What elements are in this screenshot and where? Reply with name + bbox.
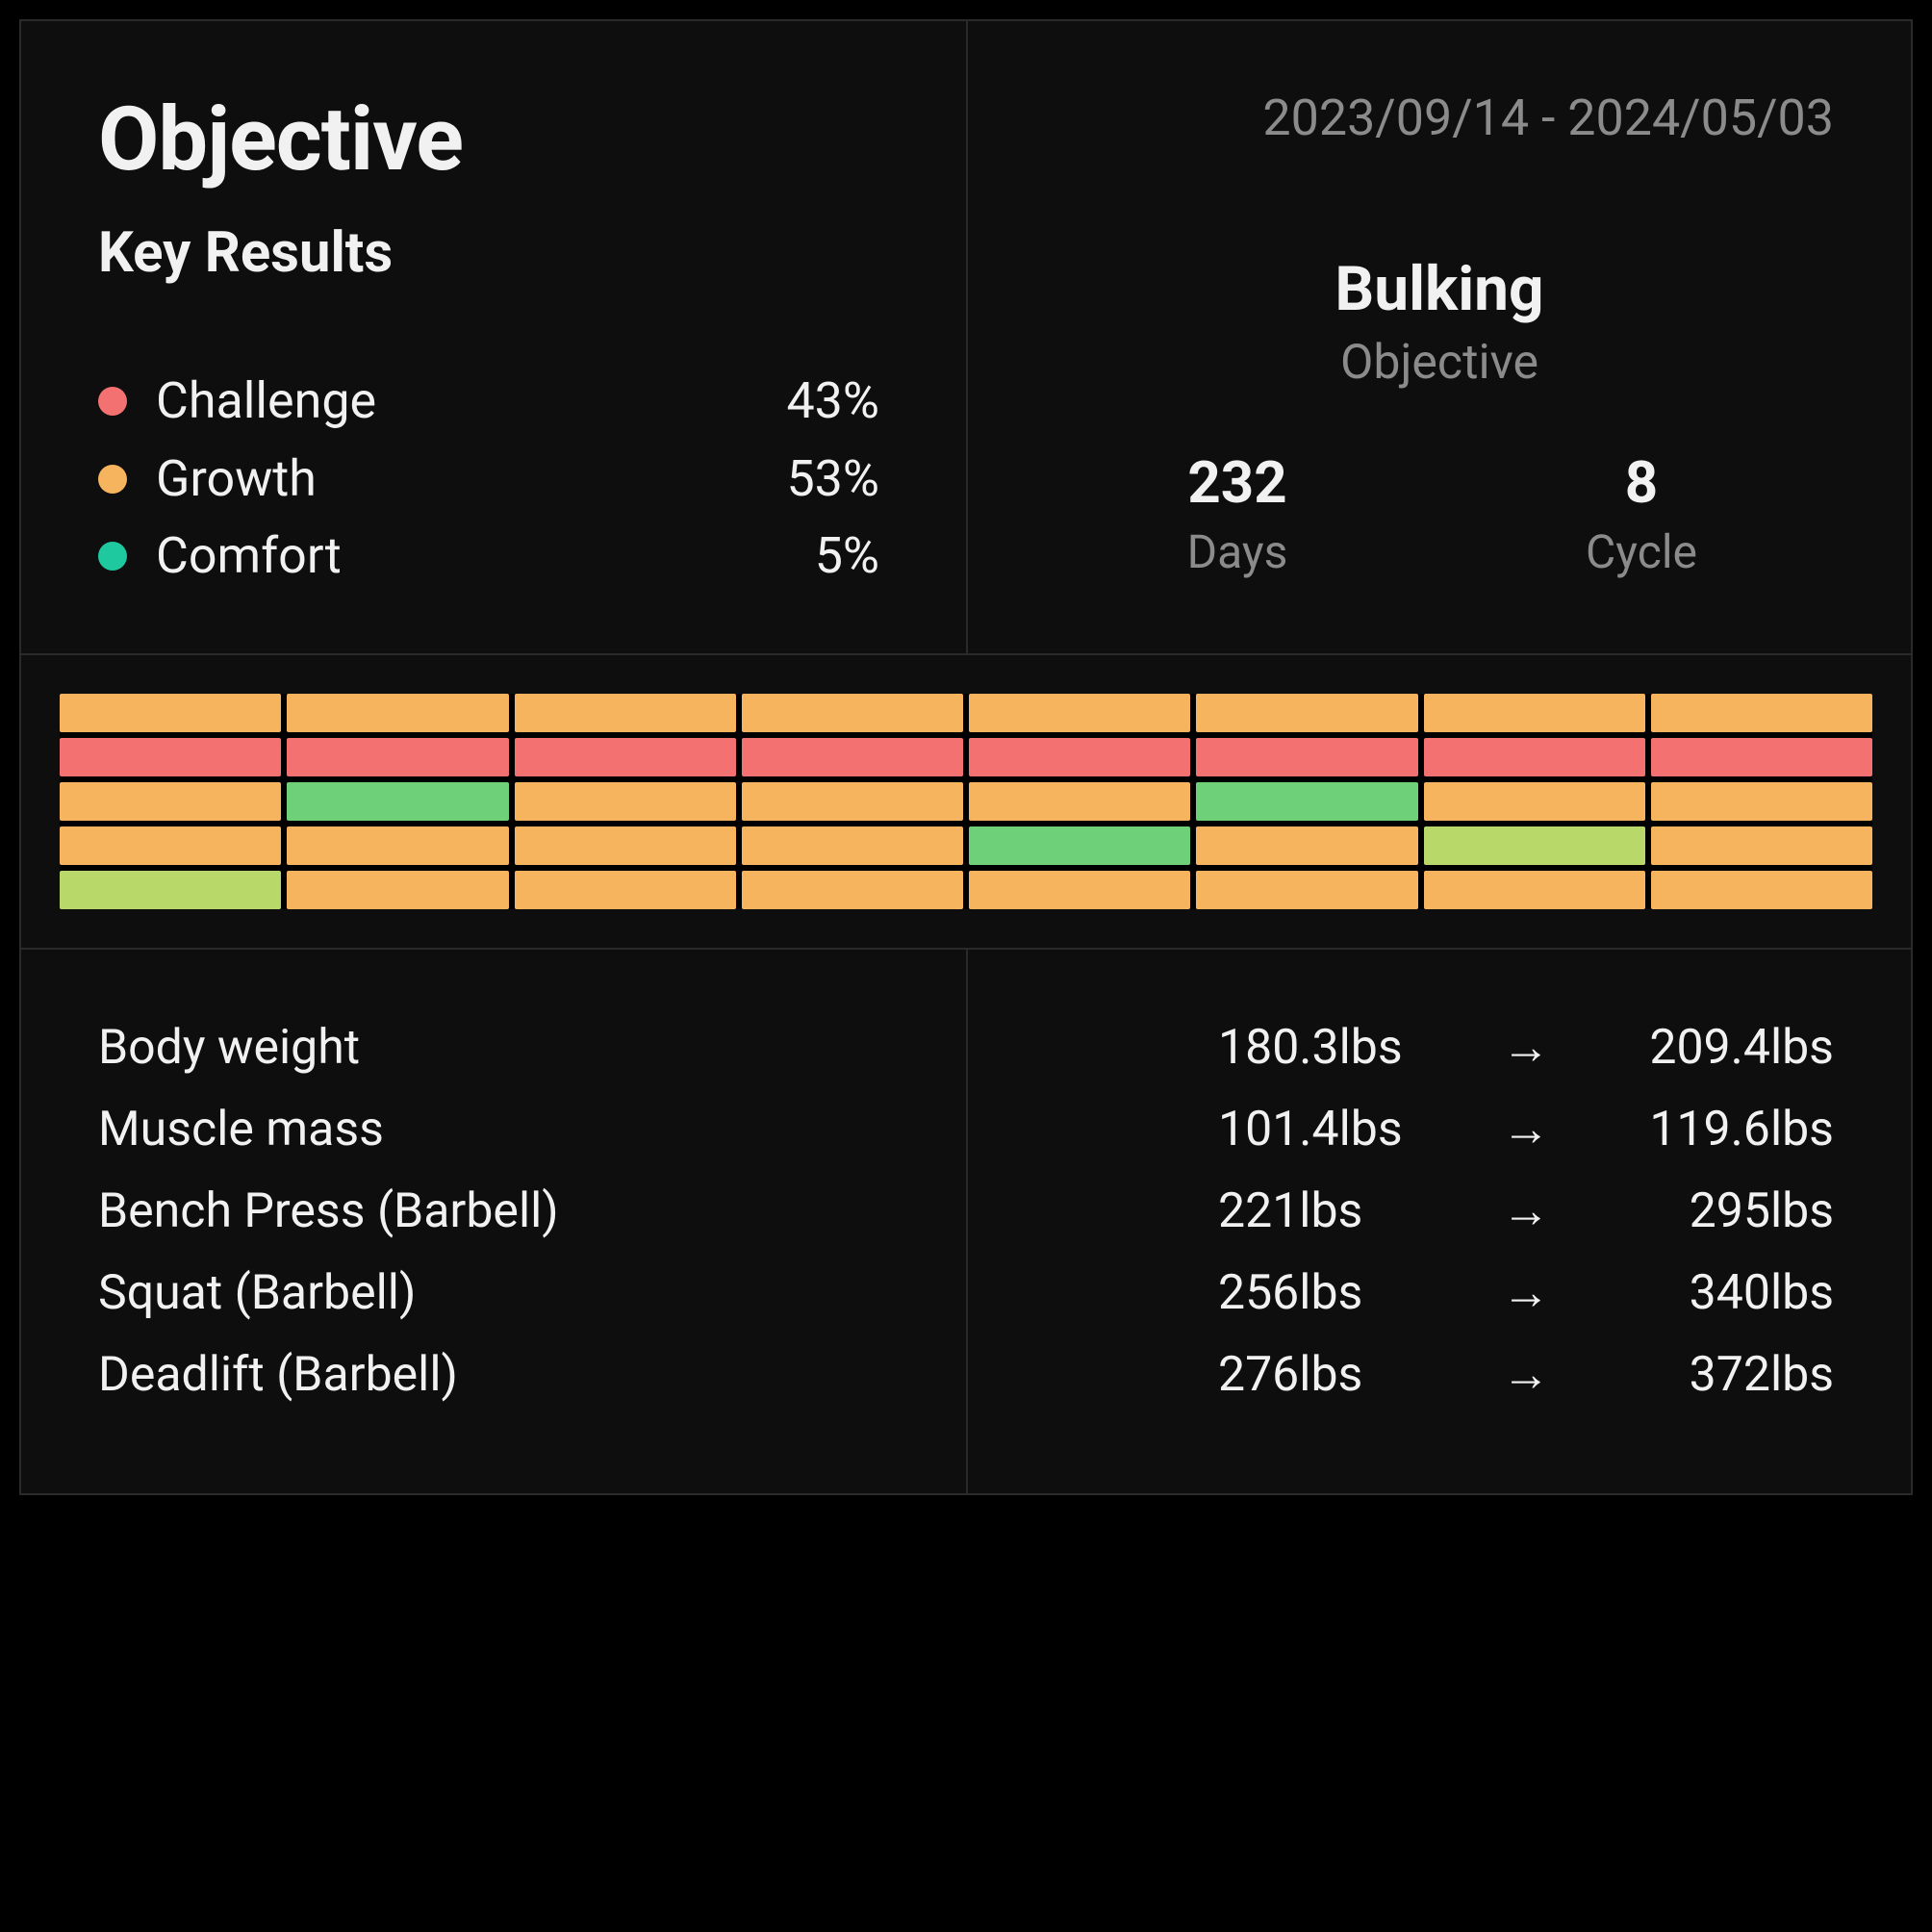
heatmap-cell — [969, 694, 1190, 732]
stat-days-label: Days — [1045, 524, 1430, 579]
heatmap-cell — [1196, 826, 1417, 865]
heatmap-cell — [515, 826, 736, 865]
heatmap-cell — [1424, 871, 1645, 909]
heatmap-cell — [1651, 871, 1872, 909]
key-result-row: Comfort5% — [98, 518, 889, 596]
key-result-label: Comfort — [156, 518, 815, 596]
page-title: Objective — [98, 89, 889, 191]
metric-from-value: 180.3lbs — [1218, 1007, 1449, 1089]
heatmap-cell — [1651, 826, 1872, 865]
arrow-right-icon: → — [1468, 1253, 1584, 1335]
heatmap-cell — [60, 694, 281, 732]
metric-row: Body weight180.3lbs→209.4lbs — [98, 1007, 1834, 1089]
heatmap-cell — [969, 782, 1190, 821]
heatmap-section — [21, 653, 1911, 948]
date-range: 2023/09/14 - 2024/05/03 — [1045, 89, 1834, 147]
metric-from-value: 101.4lbs — [1218, 1089, 1449, 1171]
heatmap-grid — [60, 694, 1872, 909]
heatmap-cell — [1196, 871, 1417, 909]
objective-right-col: 2023/09/14 - 2024/05/03 Bulking Objectiv… — [966, 21, 1911, 653]
heatmap-cell — [969, 738, 1190, 776]
heatmap-cell — [1651, 694, 1872, 732]
metric-row: Muscle mass101.4lbs→119.6lbs — [98, 1089, 1834, 1171]
metric-to-value: 340lbs — [1603, 1253, 1834, 1335]
heatmap-cell — [60, 782, 281, 821]
heatmap-cell — [1424, 738, 1645, 776]
metric-from-value: 256lbs — [1218, 1253, 1449, 1335]
key-result-dot-icon — [98, 465, 127, 494]
metric-label: Bench Press (Barbell) — [98, 1171, 1199, 1253]
heatmap-cell — [287, 738, 508, 776]
objective-stats: 232 Days 8 Cycle — [1045, 448, 1834, 579]
stat-days: 232 Days — [1045, 448, 1430, 579]
key-result-label: Growth — [156, 441, 786, 519]
heatmap-cell — [1196, 694, 1417, 732]
heatmap-cell — [1651, 782, 1872, 821]
heatmap-cell — [515, 782, 736, 821]
metric-to-value: 372lbs — [1603, 1335, 1834, 1416]
metric-row: Deadlift (Barbell)276lbs→372lbs — [98, 1335, 1834, 1416]
arrow-right-icon: → — [1468, 1335, 1584, 1416]
heatmap-cell — [742, 826, 963, 865]
key-result-value: 53% — [786, 441, 889, 519]
heatmap-cell — [287, 871, 508, 909]
key-result-dot-icon — [98, 387, 127, 416]
key-result-value: 43% — [786, 363, 889, 441]
heatmap-cell — [969, 826, 1190, 865]
key-result-value: 5% — [815, 518, 889, 596]
key-result-row: Growth53% — [98, 441, 889, 519]
arrow-right-icon: → — [1468, 1171, 1584, 1253]
metric-row: Bench Press (Barbell)221lbs→295lbs — [98, 1171, 1834, 1253]
stat-cycle-value: 8 — [1449, 448, 1834, 517]
heatmap-cell — [742, 694, 963, 732]
heatmap-cell — [1424, 694, 1645, 732]
key-result-dot-icon — [98, 542, 127, 571]
heatmap-cell — [1424, 782, 1645, 821]
metric-row: Squat (Barbell)256lbs→340lbs — [98, 1253, 1834, 1335]
heatmap-cell — [60, 826, 281, 865]
key-result-row: Challenge43% — [98, 363, 889, 441]
metric-label: Deadlift (Barbell) — [98, 1335, 1199, 1416]
heatmap-cell — [742, 871, 963, 909]
heatmap-cell — [969, 871, 1190, 909]
heatmap-cell — [1196, 738, 1417, 776]
heatmap-cell — [60, 871, 281, 909]
metric-label: Squat (Barbell) — [98, 1253, 1199, 1335]
heatmap-cell — [742, 782, 963, 821]
metrics-section: Body weight180.3lbs→209.4lbsMuscle mass1… — [21, 948, 1911, 1493]
heatmap-cell — [1424, 826, 1645, 865]
top-section: Objective Key Results Challenge43%Growth… — [21, 21, 1911, 653]
heatmap-cell — [287, 826, 508, 865]
metric-label: Body weight — [98, 1007, 1199, 1089]
heatmap-cell — [515, 738, 736, 776]
metric-to-value: 295lbs — [1603, 1171, 1834, 1253]
heatmap-cell — [287, 782, 508, 821]
heatmap-cell — [60, 738, 281, 776]
heatmap-cell — [515, 694, 736, 732]
heatmap-cell — [1196, 782, 1417, 821]
arrow-right-icon: → — [1468, 1089, 1584, 1171]
objective-block: Bulking Objective — [1045, 253, 1834, 391]
key-results-list: Challenge43%Growth53%Comfort5% — [98, 363, 889, 596]
arrow-right-icon: → — [1468, 1007, 1584, 1089]
objective-left-col: Objective Key Results Challenge43%Growth… — [21, 21, 966, 653]
stat-cycle: 8 Cycle — [1449, 448, 1834, 579]
metric-to-value: 209.4lbs — [1603, 1007, 1834, 1089]
metric-to-value: 119.6lbs — [1603, 1089, 1834, 1171]
heatmap-cell — [1651, 738, 1872, 776]
stat-cycle-label: Cycle — [1449, 524, 1834, 579]
metric-from-value: 221lbs — [1218, 1171, 1449, 1253]
heatmap-cell — [515, 871, 736, 909]
metric-from-value: 276lbs — [1218, 1335, 1449, 1416]
key-results-heading: Key Results — [98, 220, 889, 286]
heatmap-cell — [287, 694, 508, 732]
metric-label: Muscle mass — [98, 1089, 1199, 1171]
objective-sublabel: Objective — [1045, 335, 1834, 391]
objective-name: Bulking — [1045, 253, 1834, 325]
heatmap-cell — [742, 738, 963, 776]
objective-card: Objective Key Results Challenge43%Growth… — [19, 19, 1913, 1495]
stat-days-value: 232 — [1045, 448, 1430, 517]
key-result-label: Challenge — [156, 363, 786, 441]
